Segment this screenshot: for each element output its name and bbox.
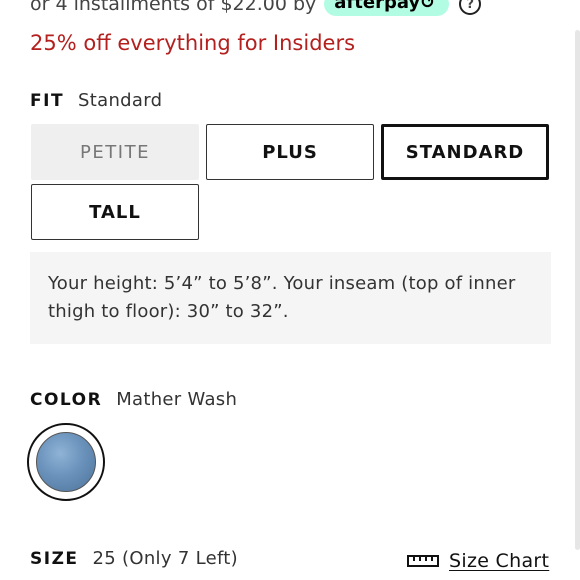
fit-label: FIT xyxy=(30,91,65,111)
color-swatch-mather-wash xyxy=(36,432,96,492)
installments-text: or 4 installments of $22.00 by xyxy=(30,0,317,15)
size-chart-link[interactable]: Size Chart xyxy=(407,550,549,572)
fit-info-box: Your height: 5’4” to 5’8”. Your inseam (… xyxy=(30,252,551,344)
afterpay-installments: or 4 installments of $22.00 by afterpay↺… xyxy=(30,0,482,16)
help-icon[interactable]: ? xyxy=(459,0,482,15)
fit-option-standard[interactable]: STANDARD xyxy=(381,124,549,180)
color-selection-label: COLOR Mather Wash xyxy=(30,389,237,410)
size-selected-value: 25 (Only 7 Left) xyxy=(92,548,238,569)
fit-option-tall[interactable]: TALL xyxy=(31,184,199,240)
size-label: SIZE xyxy=(30,549,79,569)
fit-option-petite[interactable]: PETITE xyxy=(31,124,199,180)
insider-promo-text: 25% off everything for Insiders xyxy=(30,31,356,55)
color-swatch-selected[interactable] xyxy=(27,423,105,501)
fit-option-plus[interactable]: PLUS xyxy=(206,124,374,180)
size-chart-label: Size Chart xyxy=(449,550,550,572)
color-selected-value: Mather Wash xyxy=(116,389,238,410)
scrollbar[interactable] xyxy=(575,30,580,550)
afterpay-logo[interactable]: afterpay↺ xyxy=(324,0,450,16)
size-selection-label: SIZE 25 (Only 7 Left) xyxy=(30,548,238,569)
fit-selection-label: FIT Standard xyxy=(30,90,162,111)
color-label: COLOR xyxy=(30,390,103,410)
ruler-icon xyxy=(407,555,439,567)
fit-selected-value: Standard xyxy=(78,90,163,111)
